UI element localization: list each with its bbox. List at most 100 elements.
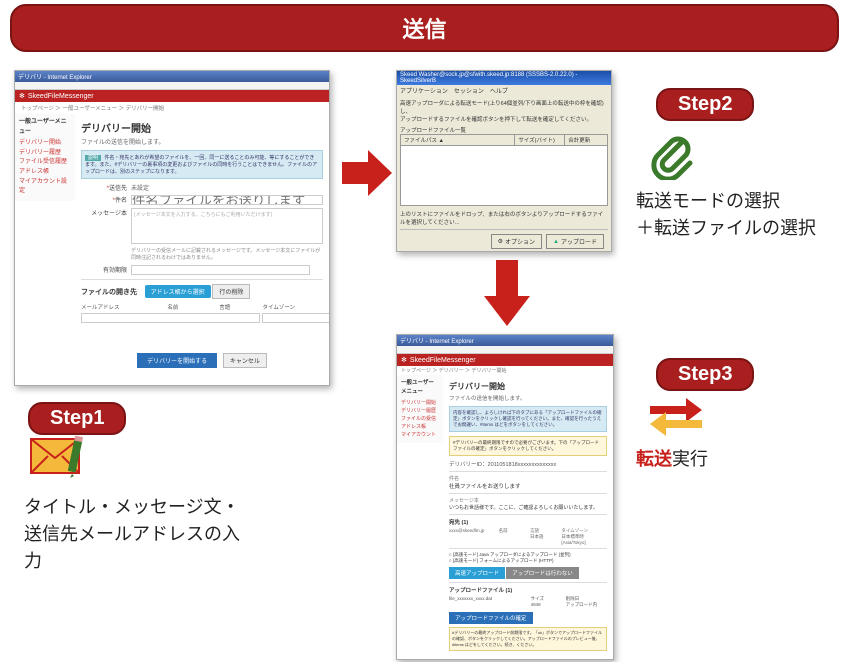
info-text: 件名・宛先とあれが希望のファイルを、一回、同一に送ることのみ可能、等にすることが… (85, 155, 317, 175)
warn-box: #デリバリーの最終期限ですので必要がございます。下の「アップロードファイルの確定… (449, 436, 607, 456)
field-label-expire: 有効期限 (81, 265, 131, 274)
paperclip-icon (648, 132, 696, 185)
diagram-canvas: デリバリ - Internet Explorer SkeedFileMessen… (0, 62, 849, 662)
pencil-icon (68, 434, 94, 478)
destination-value: 未設定 (131, 183, 323, 192)
expire-input[interactable] (131, 265, 310, 275)
col-size[interactable]: サイズ(バイト) (515, 135, 565, 145)
radio-form[interactable]: ○ [高速モード] フォームによるアップロード (HTTP) (449, 558, 607, 564)
sidebar-item[interactable]: ファイルの受信 (401, 415, 439, 423)
file-name: file_xxxxxxx_xxxx.dat (449, 596, 527, 608)
browser-toolbar (397, 346, 613, 354)
sidebar: 一般ユーザーメニュー デリバリー開始 デリバリー履歴 ファイルの受信 アドレス帳… (397, 375, 443, 443)
col-name: 名前 (167, 303, 219, 311)
addr-mail-input[interactable] (81, 313, 260, 323)
screenshot-step3: デリバリ - Internet Explorer SkeedFileMessen… (396, 334, 614, 660)
col-tz: タイムゾーン (263, 303, 324, 311)
step1-caption: タイトル・メッセージ文・送信先メールアドレスの入力 (24, 494, 244, 575)
subject-input[interactable] (131, 195, 323, 205)
drop-hint: 上のリストにファイルをドロップ、または右のボタンよりアップロードするファイルを選… (400, 210, 608, 226)
file-table-header: ファイルパス ▲ サイズ(バイト) 合計更新 (400, 134, 608, 146)
fast-upload-button[interactable]: 高速アップロード (449, 567, 505, 579)
addr-mail: xxxx@skeedfm.jp (449, 528, 495, 545)
sidebar-item[interactable]: アドレス帳 (19, 168, 71, 178)
page-subtitle: ファイルの送信を開始します。 (81, 137, 323, 146)
step3-caption: 転送実行 (636, 446, 708, 473)
cancel-button[interactable]: キャンセル (223, 353, 267, 368)
sidebar-item[interactable]: デリバリー履歴 (401, 407, 439, 415)
app-logo: SkeedFileMessenger (397, 354, 613, 366)
page-title: デリバリー開始 (449, 381, 607, 392)
arrow-right-icon (340, 148, 394, 203)
list-header-label: アップロードファイル一覧 (400, 126, 608, 134)
upload-arrow-icon: ▲ (553, 239, 559, 245)
addr-section-label: 宛先 (1) (449, 518, 607, 526)
subject-value: 社員ファイルをお送りします (449, 482, 607, 490)
field-label-destination: 送信先 (81, 183, 131, 192)
clear-row-button[interactable]: 行の削除 (212, 284, 250, 299)
main-header-title: 送信 (402, 17, 446, 42)
main-content: デリバリー開始 ファイルの送信を開始します。 説明 件名・宛先とあれが希望のファ… (75, 114, 329, 374)
sidebar-item[interactable]: デリバリー開始 (401, 399, 439, 407)
addressbook-button[interactable]: アドレス帳から選択 (145, 285, 211, 298)
page-title: デリバリー開始 (81, 120, 323, 135)
message-footer-note: デリバリーの受信メールに記載されるメッセージです。メッセージ本文にファイルが同時… (131, 247, 323, 261)
page-subtitle: ファイルの送信を開始します。 (449, 394, 607, 402)
step3-badge: Step3 (656, 358, 754, 391)
sidebar-item[interactable]: デリバリー開始 (19, 139, 71, 149)
file-drop-area[interactable] (400, 146, 608, 206)
app-logo: SkeedFileMessenger (15, 90, 329, 102)
option-button[interactable]: ⚙オプション (491, 234, 542, 249)
start-delivery-button[interactable]: デリバリーを開始する (137, 353, 217, 368)
arrow-down-icon (482, 258, 532, 333)
applet-desc2: アップロードするファイルを確認ボタンを押下して転送を確定してください。 (400, 115, 608, 123)
sidebar-item[interactable]: ファイル受信履歴 (19, 158, 71, 168)
window-titlebar: デリバリ - Internet Explorer (15, 71, 329, 82)
info-box: 説明 件名・宛先とあれが希望のファイルを、一回、同一に送ることのみ可能、等にする… (81, 150, 323, 179)
field-label-subject: 件名 (81, 195, 131, 204)
browser-toolbar (15, 82, 329, 90)
breadcrumb: トップページ ＞ デリバリー ＞ デリバリー開始 (397, 366, 613, 375)
addr-name-input[interactable] (262, 313, 330, 323)
info-box: 内容を確認し、よろしければ下のタブにある「アップロードファイルの確定」ボタンをク… (449, 406, 607, 432)
applet-menubar[interactable]: アプリケーション セッション ヘルプ (397, 85, 611, 96)
col-lang: 言語 (219, 303, 262, 311)
applet-titlebar: Skeed Washer@sock.jp@sfwith.skeed.jp:818… (397, 71, 611, 85)
file-section-label: アップロードファイル (1) (449, 586, 607, 594)
step1-badge: Step1 (28, 402, 126, 435)
breadcrumb: トップページ ＞ 一般ユーザーメニュー ＞ デリバリー開始 (15, 102, 329, 114)
info-badge: 説明 (85, 155, 101, 161)
filedest-label: ファイルの開き先 (81, 289, 137, 296)
col-count[interactable]: 合計更新 (565, 135, 607, 145)
step2-badge: Step2 (656, 88, 754, 121)
main-header: 送信 (10, 4, 839, 52)
addr-name: 名前 (499, 528, 526, 545)
message-value: いつもお世話様です。ここに、ご確認よろしくお願いいたします。 (449, 504, 607, 511)
bottom-warn: #デリバリーの最終アップロード前期限です。「ok」ボタンでアップロードファイルの… (449, 627, 607, 651)
deliv-id: 2011051818xxxxxxxxxxxxxx (488, 462, 557, 468)
sidebar-item[interactable]: マイアカウント設定 (19, 178, 71, 197)
field-label-message: メッセージ本 (81, 208, 131, 217)
upload-button[interactable]: ▲アップロード (546, 234, 604, 249)
sidebar-header: 一般ユーザーメニュー (401, 379, 439, 397)
col-mail: メールアドレス (81, 303, 167, 311)
screenshot-step1: デリバリ - Internet Explorer SkeedFileMessen… (14, 70, 330, 386)
confirm-upload-button[interactable]: アップロードファイルの確定 (449, 612, 533, 624)
message-label: メッセージ本 (449, 497, 607, 504)
sidebar-item[interactable]: デリバリー履歴 (19, 149, 71, 159)
window-titlebar: デリバリ - Internet Explorer (397, 335, 613, 346)
sidebar-item[interactable]: マイアカウント (401, 431, 439, 439)
gear-icon: ⚙ (498, 238, 503, 245)
envelope-icon (30, 438, 86, 485)
deliv-id-label: デリバリーID： (449, 462, 488, 468)
main-content: デリバリー開始 ファイルの送信を開始します。 内容を確認し、よろしければ下のタブ… (443, 375, 613, 657)
sidebar: 一般ユーザーメニュー デリバリー開始 デリバリー履歴 ファイル受信履歴 アドレス… (15, 114, 75, 201)
message-textarea[interactable]: (メッセージ本文を入力する。こちらにもご利用いただけます) (131, 208, 323, 244)
col-filepath[interactable]: ファイルパス ▲ (401, 135, 515, 145)
transfer-arrows-icon (648, 394, 704, 443)
skip-upload-button[interactable]: アップロードは行わない (506, 567, 579, 579)
screenshot-step2: Skeed Washer@sock.jp@sfwith.skeed.jp:818… (396, 70, 612, 252)
subject-label: 件名 (449, 475, 607, 482)
sidebar-header: 一般ユーザーメニュー (19, 118, 71, 137)
sidebar-item[interactable]: アドレス帳 (401, 423, 439, 431)
